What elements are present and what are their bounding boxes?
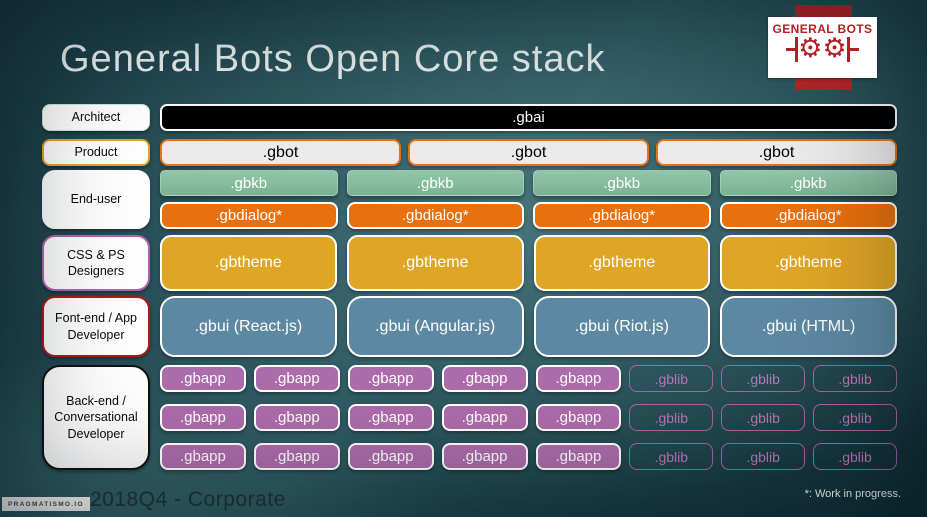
slide: General Bots Open Core stack GENERAL BOT…	[0, 0, 927, 517]
stack-box-gblib: .gblib	[629, 365, 714, 392]
stack-box-gbapp: .gbapp	[535, 404, 622, 431]
stack-diagram: Architect Product End-user CSS & PS Desi…	[42, 104, 897, 470]
stack-box-gbapp: .gbapp	[535, 443, 622, 470]
stack-box-gbapp: .gbapp	[160, 404, 246, 431]
role-label-frontend-developer: Font-end / App Developer	[42, 296, 150, 357]
stack-box-gbui-react: .gbui (React.js)	[160, 296, 337, 357]
stack-box-gbapp: .gbapp	[160, 365, 246, 392]
role-label-product: Product	[42, 139, 150, 166]
stack-box-gbapp: .gbapp	[441, 404, 528, 431]
stack-box-gblib: .gblib	[813, 443, 897, 470]
stack-box-gbtheme: .gbtheme	[720, 235, 897, 291]
stack-box-gbapp: .gbapp	[347, 404, 434, 431]
row-backend-2: .gbapp .gbapp .gbapp .gbapp .gbapp .gbli…	[160, 404, 897, 431]
stack-box-gbai: .gbai	[160, 104, 897, 131]
stack-box-gbot: .gbot	[656, 139, 897, 166]
stack-box-gbapp: .gbapp	[535, 365, 622, 392]
footer-caption: 2018Q4 - Corporate	[90, 488, 286, 511]
stack-box-gbot: .gbot	[160, 139, 401, 166]
stack-box-gbkb: .gbkb	[719, 170, 897, 196]
stack-box-gbkb: .gbkb	[160, 170, 338, 196]
stack-box-gblib: .gblib	[721, 443, 806, 470]
gears-icon: ⚙ ⚙	[786, 33, 859, 64]
stack-box-gbapp: .gbapp	[347, 443, 434, 470]
role-label-end-user: End-user	[42, 170, 150, 229]
role-label-backend-developer: Back-end / Conversational Developer	[42, 365, 150, 470]
stack-box-gblib: .gblib	[721, 365, 806, 392]
stack-box-gbapp: .gbapp	[253, 365, 340, 392]
stack-box-gblib: .gblib	[813, 404, 897, 431]
gear-icon: ⚙	[798, 33, 823, 64]
gear-line-left	[786, 47, 796, 51]
row-gbui: .gbui (React.js) .gbui (Angular.js) .gbu…	[160, 296, 897, 357]
stack-box-gbdialog: .gbdialog*	[719, 202, 897, 229]
row-backend-1: .gbapp .gbapp .gbapp .gbapp .gbapp .gbli…	[160, 365, 897, 392]
stack-box-gbdialog: .gbdialog*	[160, 202, 338, 229]
general-bots-logo: GENERAL BOTS ⚙ ⚙	[768, 17, 877, 78]
row-backend-3: .gbapp .gbapp .gbapp .gbapp .gbapp .gbli…	[160, 443, 897, 470]
stack-box-gbapp: .gbapp	[253, 443, 340, 470]
stack-box-gbapp: .gbapp	[347, 365, 434, 392]
stack-box-gbtheme: .gbtheme	[533, 235, 711, 291]
row-gbai: .gbai	[160, 104, 897, 131]
stack-box-gblib: .gblib	[629, 443, 714, 470]
work-in-progress-note: *: Work in progress.	[804, 488, 901, 500]
row-gbkb: .gbkb .gbkb .gbkb .gbkb	[160, 170, 897, 196]
stack-box-gbapp: .gbapp	[160, 443, 246, 470]
stack-box-gbapp: .gbapp	[441, 443, 528, 470]
pragmatismo-badge: PRAGMATISMO.IO	[2, 497, 90, 511]
role-label-designers: CSS & PS Designers	[42, 235, 150, 291]
stack-box-gblib: .gblib	[721, 404, 806, 431]
stack-box-gbapp: .gbapp	[441, 365, 528, 392]
gear-icon: ⚙	[822, 33, 847, 64]
gear-line-right	[849, 47, 859, 51]
stack-box-gbkb: .gbkb	[346, 170, 524, 196]
stack-box-gbot: .gbot	[408, 139, 649, 166]
stack-box-gbdialog: .gbdialog*	[346, 202, 524, 229]
stack-box-gbtheme: .gbtheme	[160, 235, 337, 291]
row-gbdialog: .gbdialog* .gbdialog* .gbdialog* .gbdial…	[160, 202, 897, 229]
stack-box-gbkb: .gbkb	[533, 170, 711, 196]
stack-box-gblib: .gblib	[629, 404, 714, 431]
stack-box-gbtheme: .gbtheme	[346, 235, 524, 291]
stack-box-gblib: .gblib	[813, 365, 897, 392]
stack-box-gbui-angular: .gbui (Angular.js)	[346, 296, 524, 357]
stack-box-gbui-html: .gbui (HTML)	[720, 296, 897, 357]
row-gbtheme: .gbtheme .gbtheme .gbtheme .gbtheme	[160, 235, 897, 291]
stack-box-gbui-riot: .gbui (Riot.js)	[533, 296, 711, 357]
stack-box-gbapp: .gbapp	[253, 404, 340, 431]
row-gbot: .gbot .gbot .gbot	[160, 139, 897, 166]
stack-box-gbdialog: .gbdialog*	[533, 202, 711, 229]
role-label-architect: Architect	[42, 104, 150, 131]
page-title: General Bots Open Core stack	[60, 38, 606, 80]
